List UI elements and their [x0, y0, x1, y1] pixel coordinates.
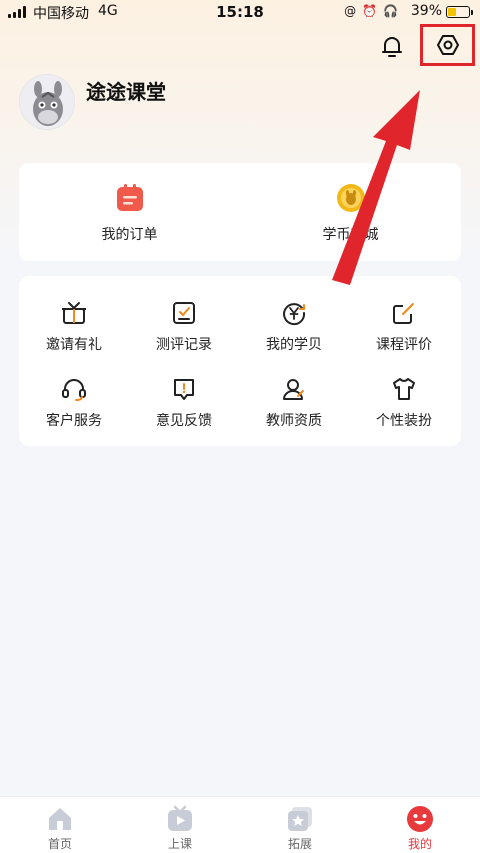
feedback-icon: [171, 376, 197, 402]
my-orders-label: 我的订单: [101, 227, 158, 243]
bell-icon[interactable]: [380, 34, 404, 60]
tab-expand[interactable]: 拓展: [240, 797, 360, 853]
quick-actions-card: 我的订单 学币商城: [19, 163, 461, 261]
yuan-icon: [281, 300, 307, 326]
personal-dressup-label: 个性装扮: [376, 413, 432, 429]
home-icon: [46, 805, 74, 833]
customer-service-label: 客户服务: [46, 413, 102, 429]
settings-highlight-box: [420, 24, 475, 66]
profile-name[interactable]: 途途课堂: [86, 76, 166, 105]
headset-icon: [61, 376, 87, 402]
invite-gift-label: 邀请有礼: [46, 337, 102, 353]
headphones-icon: 🎧: [383, 4, 398, 18]
tab-class[interactable]: 上课: [120, 797, 240, 853]
battery-percent: 39%: [410, 3, 442, 19]
tab-mine[interactable]: 我的: [360, 797, 480, 853]
coin-icon: [336, 183, 366, 213]
smiley-icon: [406, 805, 434, 833]
tab-home-label: 首页: [47, 837, 72, 851]
customer-service-button[interactable]: 客户服务: [19, 376, 129, 446]
feedback-label: 意见反馈: [156, 413, 212, 429]
order-icon: [115, 183, 145, 213]
rotation-lock-icon: @: [344, 4, 357, 18]
course-review-label: 课程评价: [376, 337, 432, 353]
edit-icon: [391, 300, 417, 326]
invite-gift-button[interactable]: 邀请有礼: [19, 300, 129, 370]
coin-mall-button[interactable]: 学币商城: [240, 163, 461, 261]
gift-icon: [61, 300, 87, 326]
tab-home[interactable]: 首页: [0, 797, 120, 853]
evaluation-icon: [171, 300, 197, 326]
teacher-icon: [281, 376, 307, 402]
settings-hexagon-icon[interactable]: [437, 34, 459, 56]
tab-expand-label: 拓展: [287, 837, 312, 851]
avatar[interactable]: [19, 74, 75, 130]
status-icons: @ ⏰ 🎧: [344, 4, 398, 18]
play-icon: [166, 805, 194, 833]
star-icon: [286, 805, 314, 833]
feedback-button[interactable]: 意见反馈: [129, 376, 239, 446]
tshirt-icon: [391, 376, 417, 402]
battery-icon: [446, 6, 473, 18]
tab-mine-label: 我的: [407, 837, 432, 851]
status-time: 15:18: [216, 3, 264, 21]
teacher-qualification-button[interactable]: 教师资质: [239, 376, 349, 446]
features-card: 邀请有礼 测评记录 我的学贝 课程评价 客户服务 意见反馈 教师资质 个性装扮: [19, 276, 461, 446]
teacher-qualification-label: 教师资质: [266, 413, 322, 429]
tab-class-label: 上课: [167, 837, 192, 851]
course-review-button[interactable]: 课程评价: [349, 300, 459, 370]
my-xuebei-label: 我的学贝: [266, 337, 322, 353]
status-bar: 中国移动 4G 15:18 @ ⏰ 🎧 39%: [0, 0, 480, 24]
evaluation-records-label: 测评记录: [156, 337, 212, 353]
tab-bar: 首页 上课 拓展 我的: [0, 796, 480, 853]
my-xuebei-button[interactable]: 我的学贝: [239, 300, 349, 370]
evaluation-records-button[interactable]: 测评记录: [129, 300, 239, 370]
alarm-icon: ⏰: [362, 4, 378, 18]
coin-mall-label: 学币商城: [322, 227, 379, 243]
my-orders-button[interactable]: 我的订单: [19, 163, 240, 261]
personal-dressup-button[interactable]: 个性装扮: [349, 376, 459, 446]
